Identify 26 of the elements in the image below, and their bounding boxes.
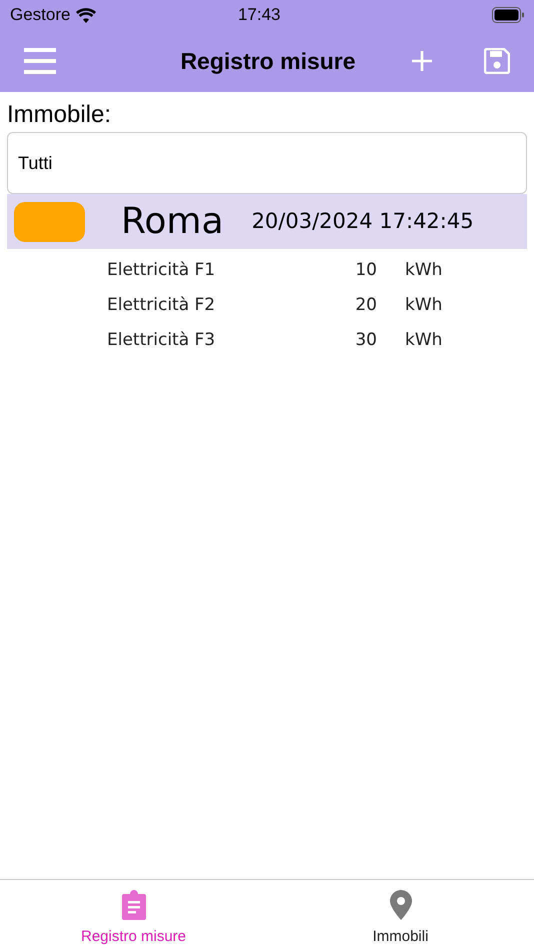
tab-bar-item[interactable]: Registro misure	[0, 880, 267, 950]
reading-unit: kWh	[405, 294, 442, 317]
save-button[interactable]	[484, 48, 510, 74]
filter-label: Immobile:	[7, 100, 112, 130]
reading-value: 20	[354, 294, 377, 317]
reading-value: 30	[354, 328, 377, 352]
property-select-field[interactable]: Tutti	[7, 132, 527, 194]
reading-unit: kWh	[405, 258, 442, 282]
battery-icon	[492, 7, 524, 23]
tab-bar-item[interactable]: Immobili	[267, 880, 534, 950]
add-button[interactable]	[410, 49, 434, 73]
menu-button[interactable]	[24, 48, 56, 74]
reading-name: Elettricità F2	[107, 294, 216, 317]
record-timestamp: 20/03/2024 17:42:45	[252, 208, 474, 235]
reading-unit: kWh	[405, 328, 442, 352]
reading-value: 10	[354, 258, 377, 282]
reading-name: Elettricità F3	[107, 328, 216, 352]
clock: 17:43	[236, 4, 282, 26]
place-name: Roma	[121, 200, 224, 244]
reading-name: Elettricità F1	[107, 258, 216, 282]
screen-title: Registro misure	[179, 46, 357, 76]
carrier-name: Gestore	[10, 4, 70, 26]
record-header[interactable]: Roma 20/03/2024 17:42:45	[7, 194, 527, 249]
location-pin-icon	[390, 890, 412, 920]
clipboard-icon	[120, 890, 146, 920]
wifi-icon	[76, 8, 96, 22]
